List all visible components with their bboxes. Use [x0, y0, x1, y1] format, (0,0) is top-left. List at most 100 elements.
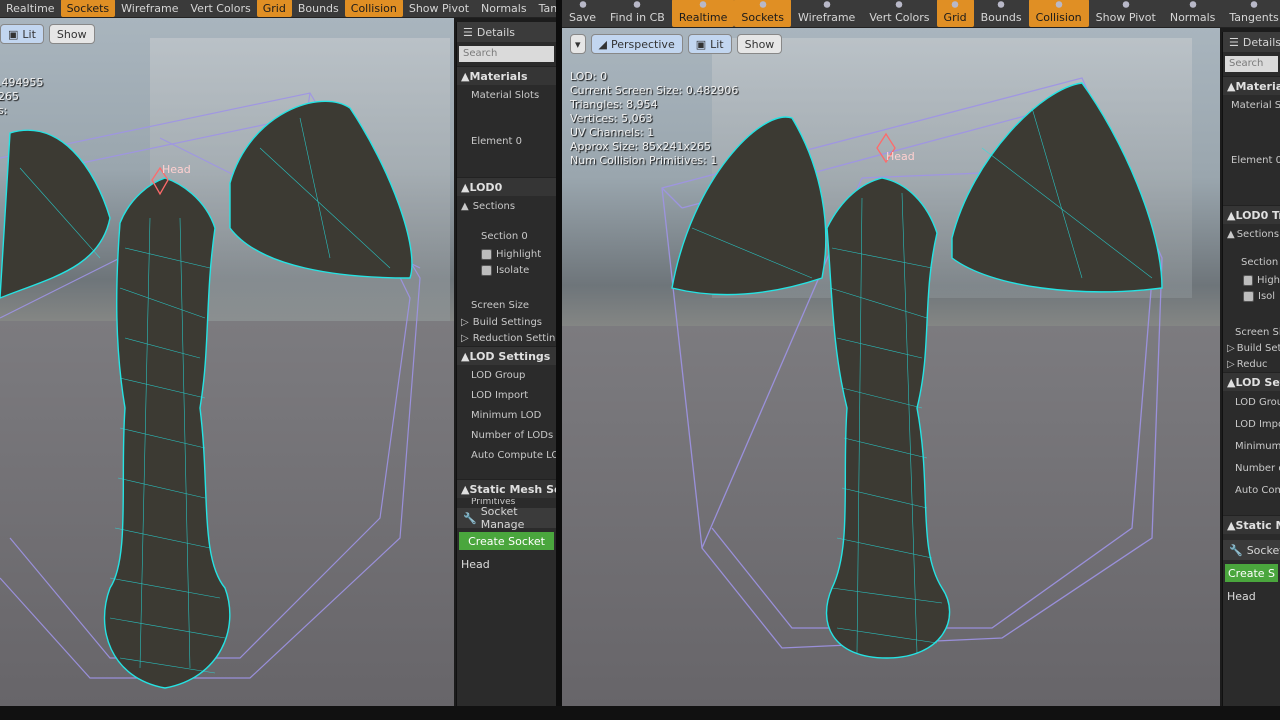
lod0-category[interactable]: ▲ LOD0: [457, 177, 556, 196]
viewport-options-dropdown[interactable]: ▾: [570, 34, 586, 54]
left-editor-pane: Realtime Sockets Wireframe Vert Colors Grid B…: [0, 0, 556, 720]
toolbar-bounds-button[interactable]: Bounds: [292, 0, 345, 17]
toolbar-sockets-button[interactable]: Sockets: [734, 0, 791, 27]
sections-label[interactable]: ▲ Sections: [457, 196, 556, 216]
create-socket-button-left[interactable]: Create Socket: [459, 532, 554, 550]
reduction-settings-expander[interactable]: ▷ Reduction Settings: [457, 330, 556, 346]
materials-category[interactable]: ▲ Materials: [457, 66, 556, 85]
wrench-icon: 🔧: [1229, 543, 1243, 557]
right-editor-pane: Save Find in CB Realtime Sockets Wireframe Ve…: [562, 0, 1280, 720]
highlight-checkbox[interactable]: Highlight: [457, 246, 556, 262]
normals-icon: [1183, 0, 1202, 10]
toolbar-realtime-button[interactable]: Realtime: [0, 0, 61, 17]
screen-size-label-right: Screen Si: [1235, 326, 1280, 338]
cube-icon: ▣: [8, 27, 19, 41]
show-button-right[interactable]: Show: [736, 34, 783, 54]
toolbar-wireframe-button[interactable]: Wireframe: [115, 0, 184, 17]
sections-label-right[interactable]: ▲ Sections: [1223, 224, 1280, 244]
toolbar-vert-colors-button[interactable]: Vert Colors: [185, 0, 257, 17]
viewport-left[interactable]: Head ▣ Lit Show .494955 265 s:: [0, 18, 454, 706]
details-search-right[interactable]: Search: [1225, 56, 1278, 72]
number-of-lods-label: Number of LODs: [471, 429, 554, 441]
details-panel-left: ☰ Details Search ▲ Materials Material Slo…: [456, 22, 556, 706]
toolbar-realtime-button[interactable]: Realtime: [671, 0, 735, 27]
lod0-category-right[interactable]: ▲ LOD0 Tri: [1223, 205, 1280, 224]
toolbar-save-button[interactable]: Save: [562, 0, 603, 27]
static-mesh-settings-category[interactable]: ▲ Static Mesh Setti: [457, 479, 556, 498]
toolbar-normals-button[interactable]: Normals: [1163, 0, 1223, 27]
details-icon: ☰: [463, 25, 473, 39]
grid-icon: [946, 0, 965, 10]
lod-settings-category-right[interactable]: ▲ LOD Sett: [1223, 372, 1280, 391]
save-icon: [573, 0, 592, 10]
socket-list-item-head-right[interactable]: Head: [1223, 586, 1280, 607]
section-label-right: Section: [1241, 256, 1279, 268]
auto-compute-lod-label-right: Auto Comp: [1235, 484, 1280, 496]
toolbar-vert-colors-button[interactable]: Vert Colors: [862, 0, 936, 27]
wrench-icon: 🔧: [463, 511, 477, 525]
material-slots-label-right: Material S: [1231, 99, 1280, 111]
socket-list-item-head-left[interactable]: Head: [457, 554, 556, 575]
element-0-label: Element 0: [471, 135, 522, 147]
perspective-icon: ◢: [598, 37, 607, 51]
status-bar: [0, 706, 1280, 720]
lod-group-label-right: LOD Grou: [1235, 396, 1280, 408]
static-mesh-category-right[interactable]: ▲ Static Me: [1223, 515, 1280, 534]
toolbar-show-pivot-button[interactable]: Show Pivot: [403, 0, 475, 17]
reduction-settings-expander-right[interactable]: ▷ Reduc: [1223, 356, 1280, 372]
sockets-icon: [753, 0, 772, 10]
toolbar-grid-button[interactable]: Grid: [936, 0, 974, 27]
perspective-button[interactable]: ◢ Perspective: [590, 34, 683, 54]
chevron-down-icon: ▾: [575, 37, 581, 51]
show-pivot-icon: [1116, 0, 1135, 10]
material-slots-label: Material Slots: [471, 89, 540, 101]
viewport-stats-left: .494955 265 s:: [0, 76, 44, 117]
toolbar-tangents-button[interactable]: Tangents: [533, 0, 556, 17]
lit-button-left[interactable]: ▣ Lit: [0, 24, 44, 44]
isolate-checkbox[interactable]: Isolate: [457, 262, 556, 278]
lod-settings-category[interactable]: ▲ LOD Settings: [457, 346, 556, 365]
toolbar-sockets-button[interactable]: Sockets: [60, 0, 116, 17]
realtime-icon: [694, 0, 713, 10]
show-button-left[interactable]: Show: [48, 24, 95, 44]
toolbar-show-pivot-button[interactable]: Show Pivot: [1089, 0, 1163, 27]
minimum-lod-label-right: Minimum: [1235, 440, 1280, 452]
details-tab-left[interactable]: ☰ Details: [457, 22, 556, 42]
collision-icon: [1049, 0, 1068, 10]
details-icon: ☰: [1229, 35, 1239, 49]
toolbar-collision-button[interactable]: Collision: [344, 0, 403, 17]
lod-import-label-right: LOD Impo: [1235, 418, 1280, 430]
element-0-label-right: Element 0: [1231, 154, 1280, 166]
wireframe-icon: [817, 0, 836, 10]
socket-manager-tab-left[interactable]: 🔧 Socket Manage: [457, 505, 556, 531]
number-of-lods-label-right: Number o: [1235, 462, 1280, 474]
build-settings-expander-right[interactable]: ▷ Build Sett: [1223, 340, 1280, 356]
bounds-icon: [992, 0, 1011, 10]
viewport-toolbar-right: Save Find in CB Realtime Sockets Wireframe Ve…: [562, 0, 1280, 28]
toolbar-grid-button[interactable]: Grid: [256, 0, 292, 17]
details-panel-right: ☰Details Search ▲ Materials Material S E…: [1222, 32, 1280, 706]
details-search-left[interactable]: Search: [459, 46, 554, 62]
lod-group-label: LOD Group: [471, 369, 526, 381]
toolbar-find-in-cb-button[interactable]: Find in CB: [603, 0, 672, 27]
find-in-cb-icon: [628, 0, 647, 10]
minimum-lod-label: Minimum LOD: [471, 409, 542, 421]
socket-label-right: Head: [886, 150, 915, 163]
create-socket-button-right[interactable]: Create S: [1225, 564, 1278, 582]
materials-category-right[interactable]: ▲ Materials: [1223, 76, 1280, 95]
lit-button-right[interactable]: ▣ Lit: [687, 34, 732, 54]
tangents-icon: [1245, 0, 1264, 10]
statue-wireframe-left: [0, 92, 421, 689]
details-tab-right[interactable]: ☰ Details: [1223, 32, 1280, 52]
toolbar-collision-button[interactable]: Collision: [1028, 0, 1089, 27]
build-settings-expander[interactable]: ▷ Build Settings: [457, 314, 556, 330]
highlight-checkbox-right[interactable]: High: [1223, 272, 1280, 288]
toolbar-tangents-button[interactable]: Tangents: [1222, 0, 1280, 27]
toolbar-wireframe-button[interactable]: Wireframe: [791, 0, 862, 27]
viewport-right[interactable]: Head ▾ ◢ Perspective ▣ Lit Show LOD: 0 Cur…: [562, 28, 1220, 706]
toolbar-normals-button[interactable]: Normals: [475, 0, 533, 17]
toolbar-bounds-button[interactable]: Bounds: [974, 0, 1029, 27]
socket-manager-tab-right[interactable]: 🔧 Socket: [1223, 540, 1280, 560]
isolate-checkbox-right[interactable]: Isol: [1223, 288, 1280, 304]
socket-label-left: Head: [162, 163, 191, 176]
